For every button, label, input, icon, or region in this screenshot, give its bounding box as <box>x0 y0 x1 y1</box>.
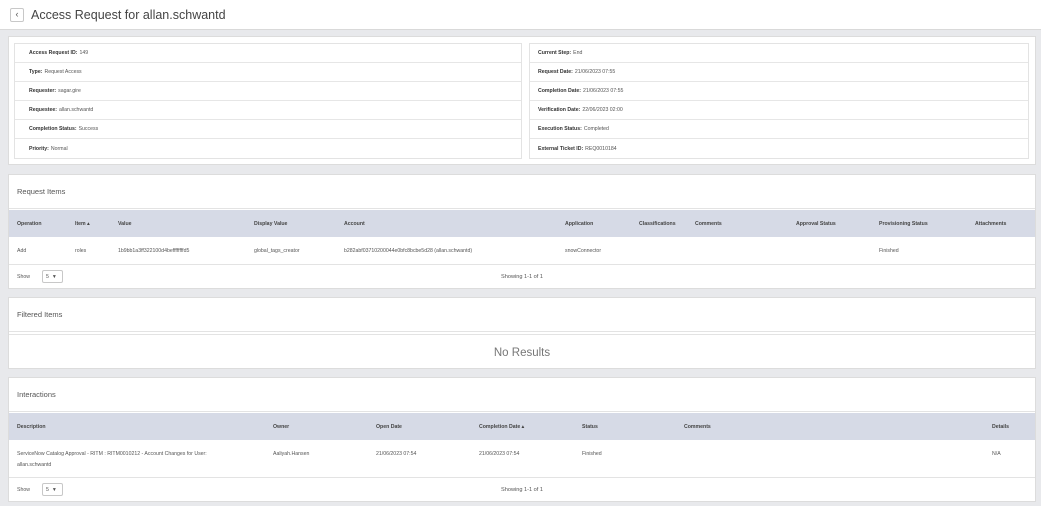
column-header-open-date[interactable]: Open Date <box>376 413 402 440</box>
detail-row-execution-status: Execution Status: Completed <box>530 120 1028 139</box>
column-header-completion-date[interactable]: Completion Date ▴ <box>479 413 524 440</box>
column-header-display-value[interactable]: Display Value <box>254 210 287 237</box>
detail-row-requestee: Requestee: allan.schwantd <box>15 101 521 120</box>
interactions-footer: Show 5 ▼ Showing 1-1 of 1 <box>9 477 1035 502</box>
column-header-owner[interactable]: Owner <box>273 413 289 440</box>
cell-display-value: global_tags_creator <box>254 248 300 254</box>
page-header: ‹ Access Request for allan.schwantd <box>0 0 1041 30</box>
column-header-application[interactable]: Application <box>565 210 593 237</box>
filtered-items-card: Filtered Items No Results <box>8 297 1036 369</box>
interactions-table-header: Description Owner Open Date Completion D… <box>9 413 1035 440</box>
request-items-card: Request Items Operation Item ▴ Value Dis… <box>8 174 1036 289</box>
request-items-table-header: Operation Item ▴ Value Display Value Acc… <box>9 210 1035 237</box>
detail-row-request-id: Access Request ID: 149 <box>15 44 521 63</box>
back-button[interactable]: ‹ <box>10 7 24 22</box>
cell-application: snowConnector <box>565 248 602 254</box>
cell-completion-date: 21/06/2023 07:54 <box>479 451 520 457</box>
chevron-left-icon: ‹ <box>15 9 19 19</box>
detail-row-completion-date: Completion Date: 21/06/2023 07:55 <box>530 82 1028 101</box>
detail-row-verification-date: Verification Date: 22/06/2023 02:00 <box>530 101 1028 120</box>
cell-description-continued: allan.schwantd <box>17 462 52 468</box>
details-right-column: Current Step: End Request Date: 21/06/2023… <box>529 43 1029 159</box>
column-header-operation[interactable]: Operation <box>17 210 42 237</box>
column-header-provisioning-status[interactable]: Provisioning Status <box>879 210 928 237</box>
cell-account: b282abf03710200044e0bfc8bcbe5d28 (allan.… <box>344 248 473 254</box>
column-header-description[interactable]: Description <box>17 413 46 440</box>
cell-item: roles <box>75 248 87 254</box>
detail-row-requester: Requester: sagar.gire <box>15 82 521 101</box>
request-items-footer: Show 5 ▼ Showing 1-1 of 1 <box>9 264 1035 289</box>
cell-description: ServiceNow Catalog Approval - RITM : RIT… <box>17 451 207 457</box>
cell-operation: Add <box>17 248 27 254</box>
pagination-info: Showing 1-1 of 1 <box>501 487 543 493</box>
cell-value: 1b9bb1a3ff322100d4beffffffffd5 <box>118 248 190 254</box>
request-details-card: Access Request ID: 149 Type: Request Acces… <box>8 36 1036 165</box>
column-header-value[interactable]: Value <box>118 210 132 237</box>
request-items-title: Request Items <box>9 175 1035 209</box>
column-header-account[interactable]: Account <box>344 210 365 237</box>
interactions-card: Interactions Description Owner Open Date… <box>8 377 1036 502</box>
pagination-info: Showing 1-1 of 1 <box>501 274 543 280</box>
column-header-classifications[interactable]: Classifications <box>639 210 676 237</box>
no-results-message: No Results <box>9 334 1035 370</box>
column-header-details[interactable]: Details <box>992 413 1009 440</box>
table-row: ServiceNow Catalog Approval - RITM : RIT… <box>9 440 1035 477</box>
cell-open-date: 21/06/2023 07:54 <box>376 451 417 457</box>
detail-row-current-step: Current Step: End <box>530 44 1028 63</box>
cell-owner: Aaliyah.Hansen <box>273 451 310 457</box>
cell-provisioning-status: Finished <box>879 248 899 254</box>
filtered-items-title: Filtered Items <box>9 298 1035 332</box>
table-row: Add roles 1b9bb1a3ff322100d4beffffffffd5… <box>9 237 1035 264</box>
cell-status: Finished <box>582 451 602 457</box>
column-header-approval-status[interactable]: Approval Status <box>796 210 836 237</box>
column-header-comments[interactable]: Comments <box>695 210 722 237</box>
column-header-attachments[interactable]: Attachments <box>975 210 1006 237</box>
cell-details: N/A <box>992 451 1001 457</box>
detail-row-type: Type: Request Access <box>15 63 521 82</box>
detail-row-priority: Priority: Normal <box>29 145 68 152</box>
column-header-comments[interactable]: Comments <box>684 413 711 440</box>
page-title: Access Request for allan.schwantd <box>31 7 226 22</box>
column-header-item[interactable]: Item ▴ <box>75 210 90 237</box>
details-left-column: Access Request ID: 149 Type: Request Acces… <box>14 43 522 159</box>
detail-row-completion-status: Completion Status: Success <box>15 120 521 139</box>
interactions-title: Interactions <box>9 378 1035 412</box>
detail-row-external-ticket-id: External Ticket ID: REQ0010184 <box>538 145 617 152</box>
column-header-status[interactable]: Status <box>582 413 598 440</box>
detail-row-request-date: Request Date: 21/06/2023 07:55 <box>530 63 1028 82</box>
